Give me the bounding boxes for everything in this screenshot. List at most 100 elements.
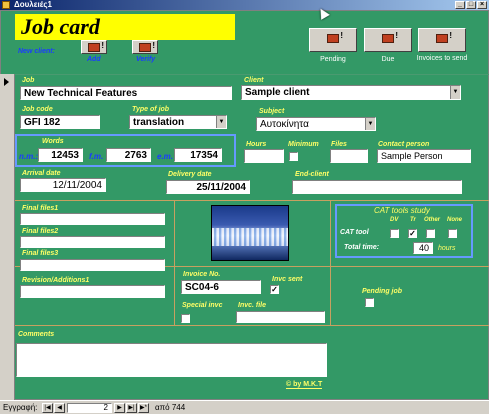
waterfall-picture bbox=[211, 205, 289, 261]
subject-combo[interactable]: Αυτοκίνητα ▼ bbox=[256, 117, 376, 131]
minimum-label: Minimum bbox=[288, 141, 319, 148]
words-nm-field[interactable]: 12453 bbox=[38, 148, 83, 162]
add-icon bbox=[88, 41, 104, 52]
type-of-job-combo[interactable]: translation ▼ bbox=[129, 115, 227, 129]
subject-value: Αυτοκίνητα bbox=[260, 119, 309, 130]
end-client-field[interactable] bbox=[292, 180, 462, 194]
final-files1-field[interactable] bbox=[20, 213, 165, 225]
record-label: Εγγραφή: bbox=[3, 403, 38, 412]
next-record-icon[interactable]: ▶ bbox=[114, 403, 125, 413]
minimum-checkbox[interactable] bbox=[289, 152, 298, 161]
cat-other-checkbox[interactable] bbox=[426, 229, 435, 238]
maximize-button[interactable]: □ bbox=[466, 1, 476, 9]
verify-icon bbox=[139, 41, 155, 52]
form-icon bbox=[2, 1, 10, 9]
type-of-job-value: translation bbox=[133, 117, 185, 128]
add-client-button[interactable] bbox=[81, 40, 107, 54]
hours-field[interactable] bbox=[244, 149, 284, 163]
pending-icon bbox=[327, 32, 343, 43]
client-combo[interactable]: Sample client ▼ bbox=[241, 85, 461, 100]
record-navigation-bar: Εγγραφή: |◀ ◀ 2 ▶ ▶| ▶* από 744 bbox=[0, 400, 489, 414]
revision-label: Revision/Additions1 bbox=[22, 277, 90, 284]
job-code-label: Job code bbox=[22, 106, 53, 113]
previous-record-icon[interactable]: ◀ bbox=[54, 403, 65, 413]
special-invc-label: Special invc bbox=[182, 302, 223, 309]
special-invc-checkbox[interactable] bbox=[181, 314, 190, 323]
files-field[interactable] bbox=[330, 149, 368, 163]
invc-file-label: Invc. file bbox=[238, 302, 267, 309]
verify-label: Verify bbox=[136, 56, 156, 63]
first-record-icon[interactable]: |◀ bbox=[42, 403, 53, 413]
record-count: από 744 bbox=[155, 403, 186, 412]
invoice-no-label: Invoice No. bbox=[183, 271, 221, 278]
job-code-field[interactable]: GFI 182 bbox=[20, 115, 100, 129]
chevron-down-icon[interactable]: ▼ bbox=[216, 116, 226, 128]
invoices-to-send-button[interactable] bbox=[418, 28, 466, 52]
revision-field[interactable] bbox=[20, 285, 165, 298]
final-files1-label: Final files1 bbox=[22, 205, 59, 212]
delivery-date-field[interactable]: 25/11/2004 bbox=[166, 180, 250, 194]
words-em-field[interactable]: 17354 bbox=[174, 148, 222, 162]
final-files3-label: Final files3 bbox=[22, 250, 59, 257]
job-field[interactable]: New Technical Features bbox=[20, 86, 232, 100]
invc-sent-label: Invc sent bbox=[272, 276, 303, 283]
delivery-date-label: Delivery date bbox=[168, 171, 212, 178]
type-of-job-label: Type of job bbox=[132, 106, 170, 113]
window-title: Δουλειές1 bbox=[14, 0, 52, 9]
section-divider-bottom bbox=[15, 325, 489, 326]
nm-label: n.m.: bbox=[19, 152, 39, 161]
em-label: e.m. bbox=[157, 152, 174, 161]
page-title: Job card bbox=[15, 14, 235, 40]
verify-client-button[interactable] bbox=[132, 40, 158, 54]
minimize-button[interactable]: _ bbox=[455, 1, 465, 9]
record-selector[interactable] bbox=[0, 74, 15, 400]
total-time-label: Total time: bbox=[344, 244, 380, 251]
invoices-to-send-label: Invoices to send bbox=[416, 55, 468, 62]
cat-col-other: Other bbox=[424, 217, 441, 223]
final-files2-label: Final files2 bbox=[22, 228, 59, 235]
current-record-icon bbox=[4, 78, 9, 86]
contact-person-field[interactable]: Sample Person bbox=[377, 149, 471, 163]
final-files2-field[interactable] bbox=[20, 236, 165, 248]
due-button[interactable] bbox=[364, 28, 412, 52]
chevron-down-icon[interactable]: ▼ bbox=[365, 118, 375, 130]
job-label: Job bbox=[22, 77, 35, 84]
contact-person-label: Contact person bbox=[378, 141, 430, 148]
credit-text: © by M.K.T bbox=[286, 381, 323, 389]
cat-col-tr: Tr bbox=[410, 217, 416, 223]
column-divider-left bbox=[174, 200, 175, 325]
section-divider-top bbox=[15, 200, 489, 201]
last-record-icon[interactable]: ▶| bbox=[126, 403, 137, 413]
header-divider bbox=[15, 74, 489, 75]
subject-label: Subject bbox=[259, 108, 285, 115]
client-value: Sample client bbox=[245, 87, 310, 98]
new-record-icon[interactable]: ▶* bbox=[138, 403, 149, 413]
pending-job-checkbox[interactable] bbox=[365, 298, 374, 307]
client-label: Client bbox=[244, 77, 264, 84]
current-record-field[interactable]: 2 bbox=[67, 403, 112, 413]
total-time-field[interactable]: 40 bbox=[413, 242, 433, 254]
arrival-date-field[interactable]: 12/11/2004 bbox=[20, 178, 106, 192]
pending-label: Pending bbox=[320, 56, 346, 63]
add-label: Add bbox=[87, 56, 101, 63]
invc-file-field[interactable] bbox=[236, 311, 325, 323]
fm-label: f.m. bbox=[89, 152, 104, 161]
final-files3-field[interactable] bbox=[20, 259, 165, 271]
cat-tool-label: CAT tool bbox=[340, 229, 369, 236]
cat-col-dv: DV bbox=[390, 217, 399, 223]
comments-label: Comments bbox=[18, 331, 55, 338]
comments-field[interactable] bbox=[16, 343, 327, 377]
window-title-bar: Δουλειές1 _ □ × bbox=[0, 0, 489, 10]
invc-sent-checkbox[interactable]: ✓ bbox=[270, 285, 279, 294]
chevron-down-icon[interactable]: ▼ bbox=[450, 86, 460, 99]
due-icon bbox=[382, 32, 398, 43]
cat-dv-checkbox[interactable] bbox=[390, 229, 399, 238]
cat-none-checkbox[interactable] bbox=[448, 229, 457, 238]
words-fm-field[interactable]: 2763 bbox=[106, 148, 151, 162]
cat-tr-checkbox[interactable]: ✓ bbox=[408, 229, 417, 238]
pending-button[interactable] bbox=[309, 28, 357, 52]
close-button[interactable]: × bbox=[477, 1, 487, 9]
invoice-no-field[interactable]: SC04-6 bbox=[181, 280, 261, 294]
hours-label: Hours bbox=[246, 141, 267, 148]
words-label: Words bbox=[42, 138, 64, 145]
